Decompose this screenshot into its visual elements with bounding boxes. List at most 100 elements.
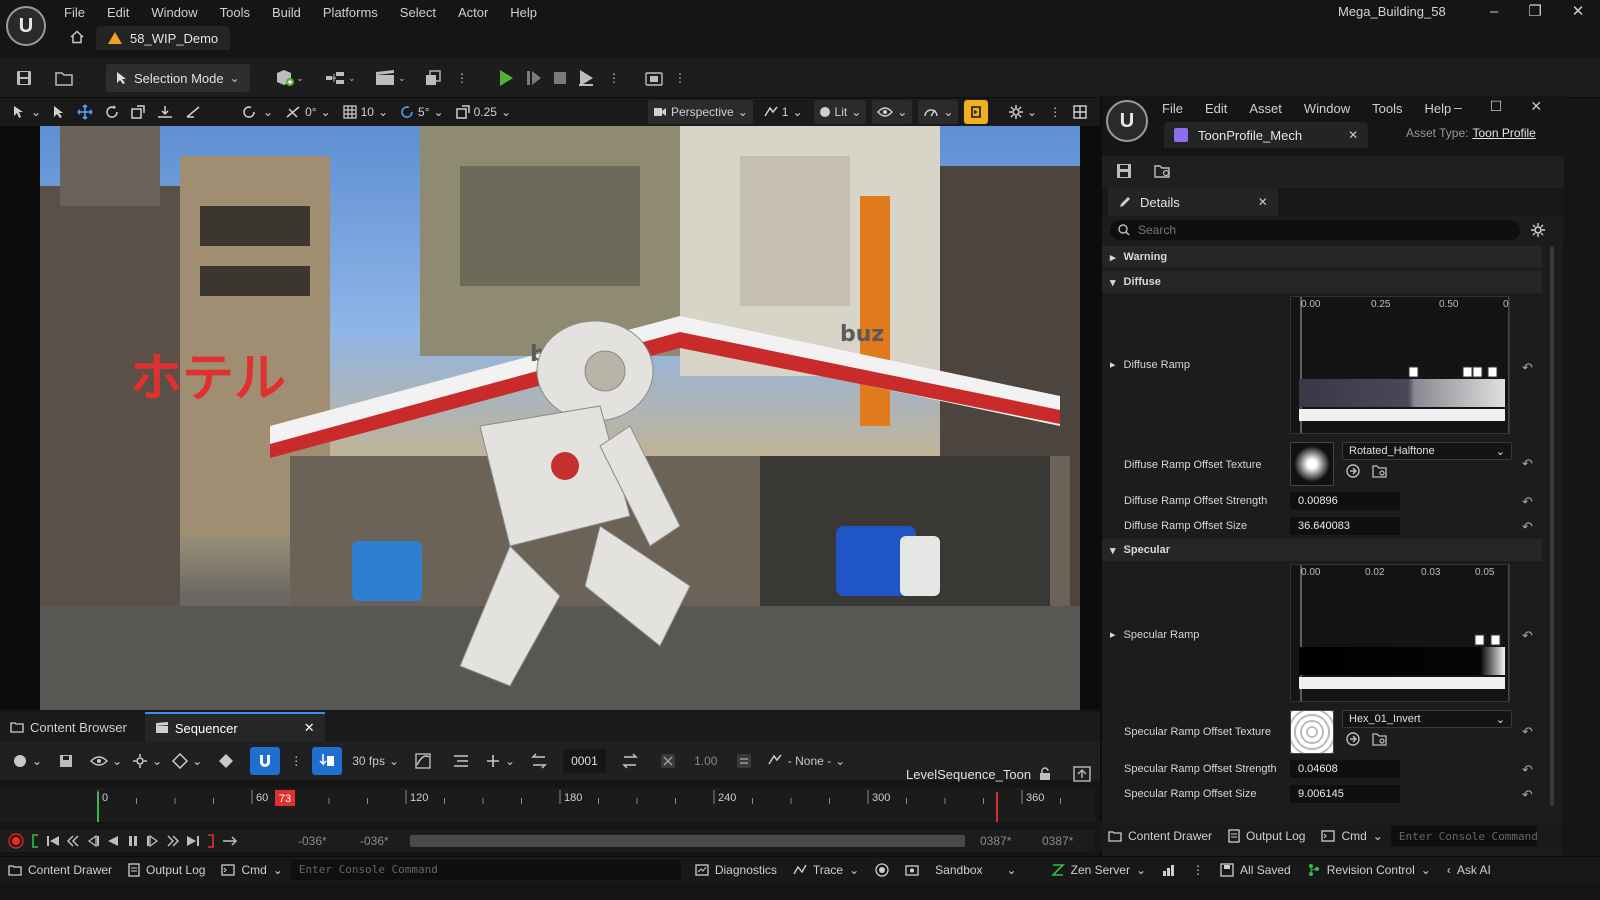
- details-scrollbar[interactable]: [1550, 246, 1554, 806]
- frame-number-field[interactable]: 0001: [563, 749, 606, 773]
- settings-gear-icon[interactable]: [1530, 222, 1546, 238]
- editor-output-log-button[interactable]: Output Log: [1220, 823, 1313, 849]
- editor-menu-window[interactable]: Window: [1304, 101, 1350, 116]
- snap-options-icon[interactable]: ⋮: [290, 747, 302, 775]
- specular-offset-texture-dropdown[interactable]: Hex_01_Invert ⌄: [1342, 710, 1512, 728]
- halftone-texture-thumbnail[interactable]: [1290, 442, 1334, 486]
- skip-frame-icon[interactable]: [520, 64, 548, 92]
- close-tab-icon[interactable]: ✕: [1348, 128, 1358, 142]
- asset-type-link[interactable]: Toon Profile: [1472, 126, 1535, 140]
- add-key-icon[interactable]: [212, 747, 240, 775]
- playhead-snap-icon[interactable]: [312, 747, 343, 775]
- close-icon[interactable]: ✕: [1572, 2, 1585, 20]
- play-icon[interactable]: [492, 64, 520, 92]
- play-options-icon[interactable]: ⋮: [600, 64, 628, 92]
- pause-icon[interactable]: [126, 834, 140, 848]
- tab-content-browser[interactable]: Content Browser: [0, 712, 137, 742]
- save-asset-icon[interactable]: [1116, 163, 1132, 179]
- editor-console-input[interactable]: Enter Console Command: [1390, 826, 1537, 846]
- editor-content-drawer-button[interactable]: Content Drawer: [1100, 823, 1220, 849]
- close-tab-icon[interactable]: ✕: [1258, 195, 1268, 209]
- stop-icon[interactable]: [546, 64, 574, 92]
- timeline-scrollbar[interactable]: [410, 835, 965, 847]
- editor-menu-asset[interactable]: Asset: [1249, 101, 1282, 116]
- hex-texture-thumbnail[interactable]: [1290, 710, 1334, 754]
- expand-arrow-icon[interactable]: ▸: [1110, 628, 1116, 641]
- unreal-logo-icon[interactable]: U: [6, 6, 46, 46]
- key-icon[interactable]: ⌄: [172, 747, 202, 775]
- editor-menu-file[interactable]: File: [1162, 101, 1183, 116]
- eject-icon[interactable]: [572, 64, 600, 92]
- view-options-icon[interactable]: ⌄: [90, 747, 122, 775]
- tab-details[interactable]: Details ✕: [1108, 188, 1278, 216]
- select-tool-icon[interactable]: [48, 100, 70, 124]
- category-specular[interactable]: ▾ Specular: [1102, 539, 1542, 561]
- category-warning[interactable]: ▸ Warning: [1102, 246, 1542, 268]
- view-end-time[interactable]: 0387*: [1042, 834, 1073, 848]
- sequencer-timeline[interactable]: 0 60 120 180 240 300 360 73: [0, 788, 1095, 822]
- ask-ai-button[interactable]: ‹ Ask AI: [1439, 857, 1499, 883]
- tab-sequencer[interactable]: Sequencer ✕: [144, 712, 325, 742]
- level-viewport[interactable]: ホテル buz buz: [40, 126, 1080, 710]
- prev-key-icon[interactable]: [66, 834, 80, 848]
- content-browser-icon[interactable]: [50, 64, 78, 92]
- browse-asset-icon[interactable]: [1154, 163, 1172, 179]
- play-rate-stepper-icon[interactable]: [730, 747, 758, 775]
- play-reverse-icon[interactable]: [106, 834, 120, 848]
- reset-to-default-icon[interactable]: ↶: [1522, 628, 1533, 644]
- source-control-icon[interactable]: [1154, 857, 1184, 883]
- screenshot-icon[interactable]: [897, 857, 927, 883]
- settings-more-icon[interactable]: ⋮: [666, 64, 694, 92]
- zen-server-dropdown[interactable]: Zen Server ⌄: [1043, 857, 1154, 883]
- console-input[interactable]: Enter Console Command: [290, 859, 681, 880]
- restore-icon[interactable]: ❐: [1528, 2, 1541, 20]
- maximize-icon[interactable]: ☐: [1490, 98, 1503, 115]
- angle-snap-button[interactable]: 5° ⌄: [395, 100, 449, 124]
- play-rate-value[interactable]: 1.00: [692, 747, 720, 775]
- blueprint-icon[interactable]: ⌄: [320, 64, 362, 92]
- viewport-mode-button[interactable]: ⌄: [8, 100, 46, 124]
- cmd-dropdown[interactable]: Cmd ⌄: [213, 857, 290, 883]
- editor-menu-edit[interactable]: Edit: [1205, 101, 1227, 116]
- jump-to-start-icon[interactable]: [46, 834, 60, 848]
- settings-panel-icon[interactable]: [640, 64, 668, 92]
- curve-editor-icon[interactable]: [409, 747, 437, 775]
- save-icon[interactable]: [10, 64, 38, 92]
- grid-snap-button[interactable]: 10 ⌄: [338, 100, 393, 124]
- viewport-more-icon[interactable]: ⋮: [1044, 100, 1066, 124]
- record-icon[interactable]: [8, 833, 24, 849]
- loop-icon[interactable]: [222, 834, 238, 848]
- content-drawer-button[interactable]: Content Drawer: [0, 857, 120, 883]
- menu-help[interactable]: Help: [510, 5, 537, 20]
- editor-menu-help[interactable]: Help: [1424, 101, 1451, 116]
- menu-actor[interactable]: Actor: [458, 5, 488, 20]
- status-more-icon[interactable]: ⋮: [1184, 857, 1212, 883]
- menu-edit[interactable]: Edit: [107, 5, 129, 20]
- reset-to-default-icon[interactable]: ↶: [1522, 724, 1533, 740]
- output-log-button[interactable]: Output Log: [120, 857, 213, 883]
- menu-build[interactable]: Build: [272, 5, 301, 20]
- save-sequence-icon[interactable]: [52, 747, 80, 775]
- jump-to-end-icon[interactable]: [186, 834, 200, 848]
- shift-frame-right-icon[interactable]: [616, 747, 644, 775]
- diagnostics-button[interactable]: Diagnostics: [687, 857, 785, 883]
- next-frame-icon[interactable]: [146, 834, 160, 848]
- unreal-logo-icon[interactable]: U: [1106, 100, 1148, 142]
- expand-arrow-icon[interactable]: ▸: [1110, 358, 1116, 371]
- snap-surface-icon[interactable]: [152, 100, 178, 124]
- set-start-icon[interactable]: [30, 834, 40, 848]
- revision-control-dropdown[interactable]: Revision Control ⌄: [1299, 857, 1439, 883]
- record-trace-icon[interactable]: [867, 857, 897, 883]
- scale-tool-icon[interactable]: [126, 100, 150, 124]
- actions-icon[interactable]: ⌄: [132, 747, 162, 775]
- sandbox-dropdown[interactable]: Sandbox ⌄: [927, 857, 1024, 883]
- coordinate-space-button[interactable]: ⌄: [236, 100, 278, 124]
- lock-icon[interactable]: [1039, 767, 1051, 781]
- menu-file[interactable]: File: [64, 5, 85, 20]
- more-options-icon[interactable]: ⋮: [448, 64, 476, 92]
- viewport-settings-icon[interactable]: ⌄: [1004, 100, 1042, 124]
- viewport-layout-icon[interactable]: [1068, 100, 1092, 124]
- use-selected-asset-icon[interactable]: [1346, 464, 1360, 478]
- fps-dropdown[interactable]: 30 fps ⌄: [352, 747, 399, 775]
- realtime-toggle-icon[interactable]: [964, 100, 989, 124]
